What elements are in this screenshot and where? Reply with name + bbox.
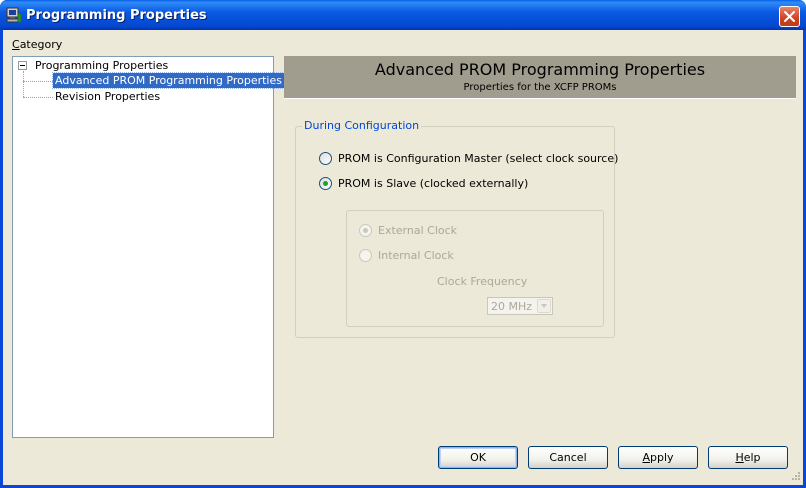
page-header-banner: Advanced PROM Programming Properties Pro… — [284, 56, 796, 99]
tree-item-advanced-prom[interactable]: Advanced PROM Programming Properties — [52, 72, 285, 89]
category-label: Category — [12, 38, 62, 51]
clock-frequency-select[interactable]: 20 MHz — [487, 297, 553, 315]
radio-label: Internal Clock — [378, 249, 454, 262]
category-label-rest: ategory — [19, 38, 63, 51]
cancel-button[interactable]: Cancel — [528, 446, 608, 469]
page-title: Advanced PROM Programming Properties — [374, 60, 706, 79]
tree-connector — [23, 71, 24, 97]
apply-accelerator: A — [642, 451, 650, 464]
tree-connector — [23, 97, 53, 98]
radio-label: External Clock — [378, 224, 458, 237]
radio-label: PROM is Configuration Master (select clo… — [338, 152, 619, 165]
radio-button[interactable] — [319, 152, 332, 165]
clock-frequency-value: 20 MHz — [491, 300, 533, 313]
help-button[interactable]: Help — [708, 446, 788, 469]
clock-frequency-label: Clock Frequency — [437, 275, 528, 288]
chevron-down-icon[interactable] — [537, 299, 551, 313]
close-x-icon — [784, 11, 795, 22]
tree-item-programming-properties[interactable]: Programming Properties — [33, 58, 170, 73]
apply-label-rest: pply — [650, 451, 674, 464]
help-label-rest: elp — [743, 451, 761, 464]
resize-grip-icon[interactable] — [789, 471, 801, 483]
radio-button[interactable] — [359, 249, 372, 262]
title-bar[interactable]: Programming Properties — [0, 0, 806, 30]
radio-button[interactable] — [319, 177, 332, 190]
programmer-app-icon — [6, 7, 22, 23]
category-label-accelerator: C — [12, 38, 20, 51]
page-subtitle: Properties for the XCFP PROMs — [463, 82, 617, 93]
ok-button[interactable]: OK — [438, 446, 518, 469]
close-button[interactable] — [779, 6, 800, 27]
category-tree[interactable]: Programming Properties Advanced PROM Pro… — [12, 56, 285, 438]
dialog-window: Programming Properties Category Programm… — [0, 0, 806, 488]
window-title: Programming Properties — [26, 8, 207, 23]
collapse-minus-icon[interactable] — [18, 61, 27, 70]
help-accelerator: H — [735, 451, 744, 464]
radio-label: PROM is Slave (clocked externally) — [338, 177, 529, 190]
tree-connector — [23, 81, 53, 82]
dialog-client-area: Category Programming Properties Advanced… — [3, 30, 803, 485]
radio-button[interactable] — [359, 224, 372, 237]
apply-button[interactable]: Apply — [618, 446, 698, 469]
group-caption: During Configuration — [302, 119, 422, 132]
tree-item-revision-properties[interactable]: Revision Properties — [53, 89, 162, 104]
